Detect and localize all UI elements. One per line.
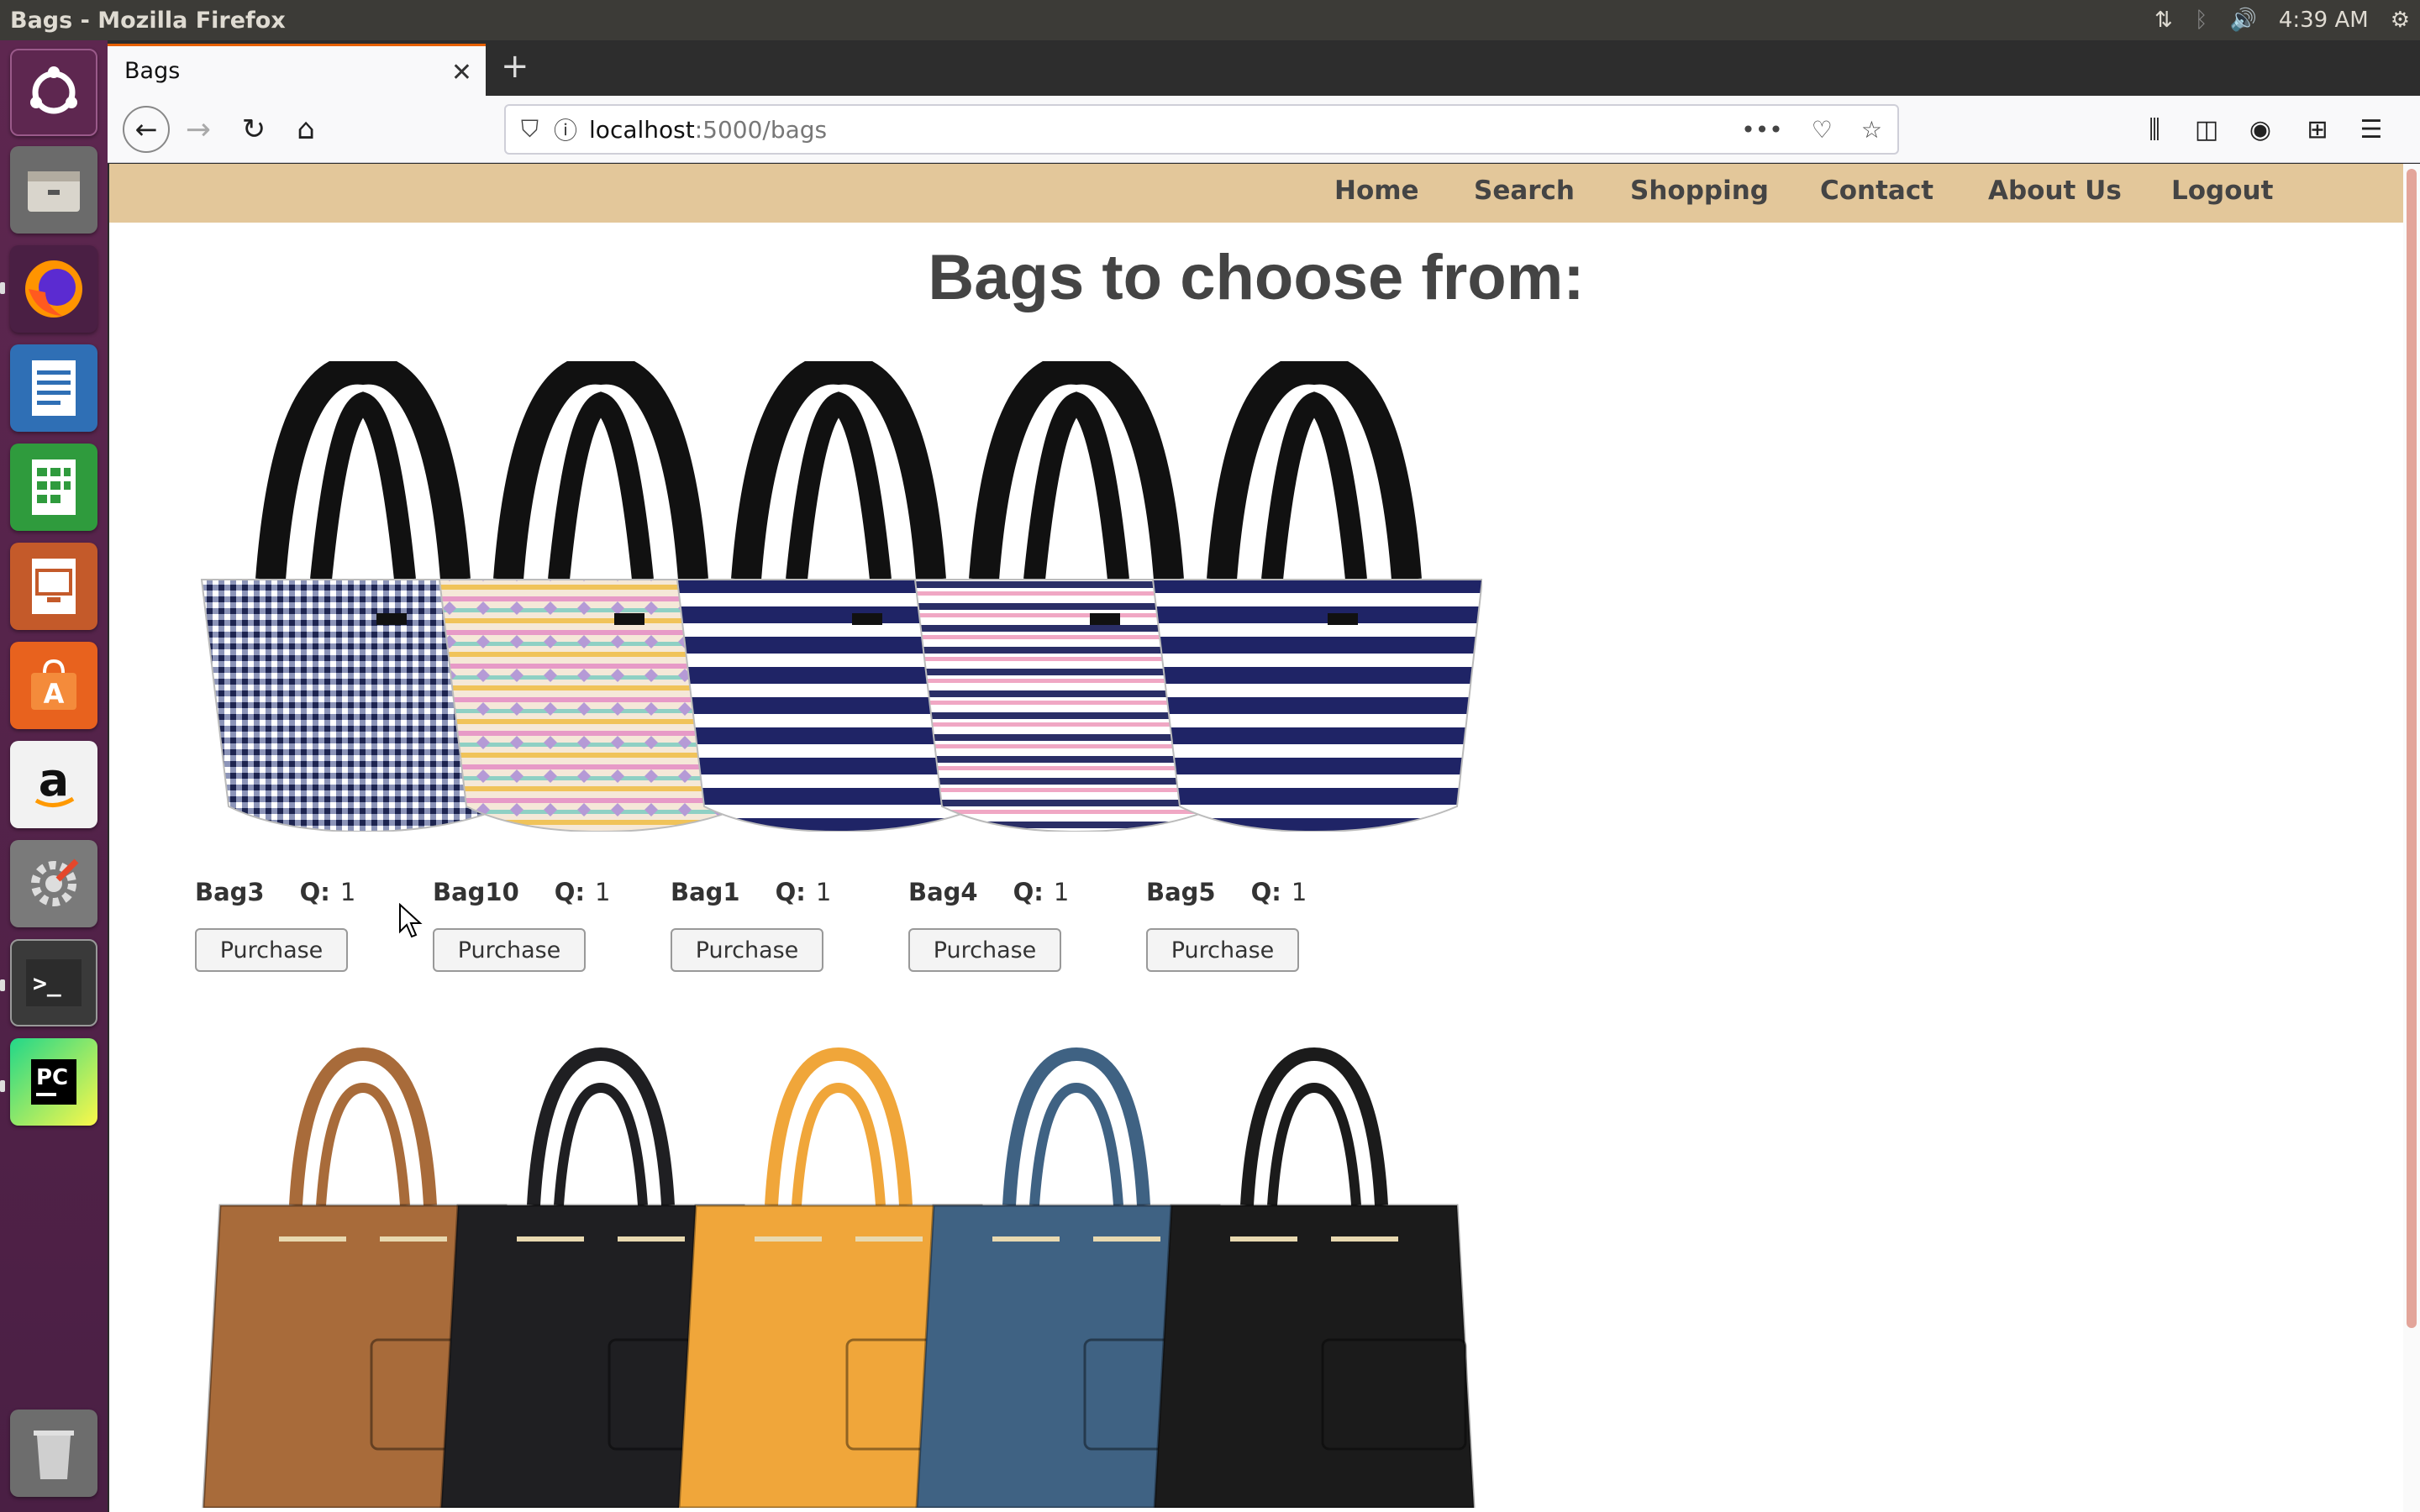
ubuntu-dash-icon[interactable] xyxy=(10,49,97,136)
library-icon[interactable]: ⫼ xyxy=(2134,109,2175,150)
tab-title: Bags xyxy=(124,58,181,84)
page-actions-icon[interactable]: ••• xyxy=(1741,116,1783,144)
new-tab-icon[interactable]: + xyxy=(501,47,529,86)
quantity-value: 1 xyxy=(595,878,611,906)
quantity-label: Q: xyxy=(1013,878,1044,906)
quantity-value: 1 xyxy=(1053,878,1070,906)
purchase-button[interactable]: Purchase xyxy=(908,928,1061,972)
nav-home[interactable]: Home xyxy=(1334,176,1419,206)
calc-icon[interactable] xyxy=(10,444,97,531)
product-card: Bag5 Q: 1 Purchase xyxy=(1146,361,1482,1000)
amazon-icon[interactable]: a xyxy=(10,741,97,828)
product-name: Bag1 xyxy=(671,878,740,906)
quantity-label: Q: xyxy=(554,878,586,906)
quantity-value: 1 xyxy=(1291,878,1307,906)
quantity-value: 1 xyxy=(815,878,832,906)
bluetooth-icon[interactable]: ᛒ xyxy=(2195,8,2208,33)
purchase-button[interactable]: Purchase xyxy=(1146,928,1299,972)
product-name: Bag4 xyxy=(908,878,978,906)
site-info-icon[interactable]: ⓘ xyxy=(554,113,577,146)
url-text[interactable]: localhost:5000/bags xyxy=(589,116,827,144)
svg-text:>_: >_ xyxy=(33,969,61,997)
product-image[interactable] xyxy=(1146,361,1482,832)
product-name: Bag10 xyxy=(433,878,519,906)
nav-search[interactable]: Search xyxy=(1474,176,1575,206)
impress-icon[interactable] xyxy=(10,543,97,630)
product-image[interactable] xyxy=(1146,1037,1482,1512)
writer-icon[interactable] xyxy=(10,344,97,432)
product-meta: Bag1 Q: 1 xyxy=(671,878,831,906)
firefox-icon[interactable] xyxy=(10,245,97,333)
product-meta: Bag5 Q: 1 xyxy=(1146,878,1307,906)
tab-bags[interactable]: Bags ✕ xyxy=(108,44,486,96)
power-gear-icon[interactable]: ⚙ xyxy=(2391,8,2410,33)
product-name: Bag5 xyxy=(1146,878,1216,906)
quantity-label: Q: xyxy=(775,878,806,906)
url-bar[interactable]: ⛉ ⓘ localhost:5000/bags ••• ♡ ☆ xyxy=(504,104,1899,155)
extensions-icon[interactable]: ⊞ xyxy=(2297,109,2338,150)
purchase-button[interactable]: Purchase xyxy=(195,928,348,972)
back-button[interactable]: ← xyxy=(123,106,170,153)
window-title: Bags - Mozilla Firefox xyxy=(10,7,286,34)
svg-text:a: a xyxy=(39,755,69,806)
product-meta: Bag10 Q: 1 xyxy=(433,878,611,906)
system-settings-icon[interactable] xyxy=(10,840,97,927)
quantity-label: Q: xyxy=(299,878,330,906)
quantity-label: Q: xyxy=(1250,878,1281,906)
scrollbar-thumb[interactable] xyxy=(2407,169,2417,1328)
forward-button[interactable]: → xyxy=(178,109,218,150)
nav-about-us[interactable]: About Us xyxy=(1988,176,2122,206)
product-meta: Bag4 Q: 1 xyxy=(908,878,1069,906)
pocket-icon[interactable]: ♡ xyxy=(1812,116,1833,144)
purchase-button[interactable]: Purchase xyxy=(671,928,823,972)
tab-strip: Bags ✕ + xyxy=(108,40,2420,96)
clock[interactable]: 4:39 AM xyxy=(2279,8,2369,33)
nav-contact[interactable]: Contact xyxy=(1820,176,1933,206)
pycharm-icon[interactable]: PC xyxy=(10,1038,97,1126)
page-scrollbar[interactable] xyxy=(2403,164,2420,1512)
menu-icon[interactable]: ☰ xyxy=(2351,109,2391,150)
product-name: Bag3 xyxy=(195,878,265,906)
mouse-cursor-icon xyxy=(399,903,423,938)
svg-text:A: A xyxy=(44,678,65,710)
bookmark-star-icon[interactable]: ☆ xyxy=(1861,116,1882,144)
system-tray: ⇅ ᛒ 🔊 4:39 AM ⚙ xyxy=(2154,0,2410,40)
network-icon[interactable]: ⇅ xyxy=(2154,8,2173,33)
nav-shopping[interactable]: Shopping xyxy=(1630,176,1769,206)
svg-text:PC: PC xyxy=(36,1065,68,1090)
home-button[interactable]: ⌂ xyxy=(286,109,326,150)
browser-toolbar: ← → ↻ ⌂ ⛉ ⓘ localhost:5000/bags ••• ♡ ☆ … xyxy=(108,96,2420,163)
terminal-icon[interactable]: >_ xyxy=(10,939,97,1026)
account-icon[interactable]: ◉ xyxy=(2240,109,2281,150)
software-center-icon[interactable]: A xyxy=(10,642,97,729)
purchase-button[interactable]: Purchase xyxy=(433,928,586,972)
site-navbar: Home Search Shopping Contact About Us Lo… xyxy=(109,164,2403,223)
files-icon[interactable] xyxy=(10,146,97,234)
close-tab-icon[interactable]: ✕ xyxy=(451,58,472,87)
quantity-value: 1 xyxy=(339,878,356,906)
page-viewport: Home Search Shopping Contact About Us Lo… xyxy=(109,164,2403,1512)
trash-icon[interactable] xyxy=(10,1410,97,1497)
product-meta: Bag3 Q: 1 xyxy=(195,878,355,906)
os-top-panel: Bags - Mozilla Firefox ⇅ ᛒ 🔊 4:39 AM ⚙ xyxy=(0,0,2420,40)
tracking-shield-icon[interactable]: ⛉ xyxy=(521,115,539,144)
volume-icon[interactable]: 🔊 xyxy=(2229,8,2256,33)
reload-button[interactable]: ↻ xyxy=(234,109,274,150)
nav-logout[interactable]: Logout xyxy=(2171,176,2273,206)
sidebar-icon[interactable]: ◫ xyxy=(2186,109,2227,150)
launcher: A a >_ PC xyxy=(0,40,108,1512)
page-heading: Bags to choose from: xyxy=(928,242,1585,313)
